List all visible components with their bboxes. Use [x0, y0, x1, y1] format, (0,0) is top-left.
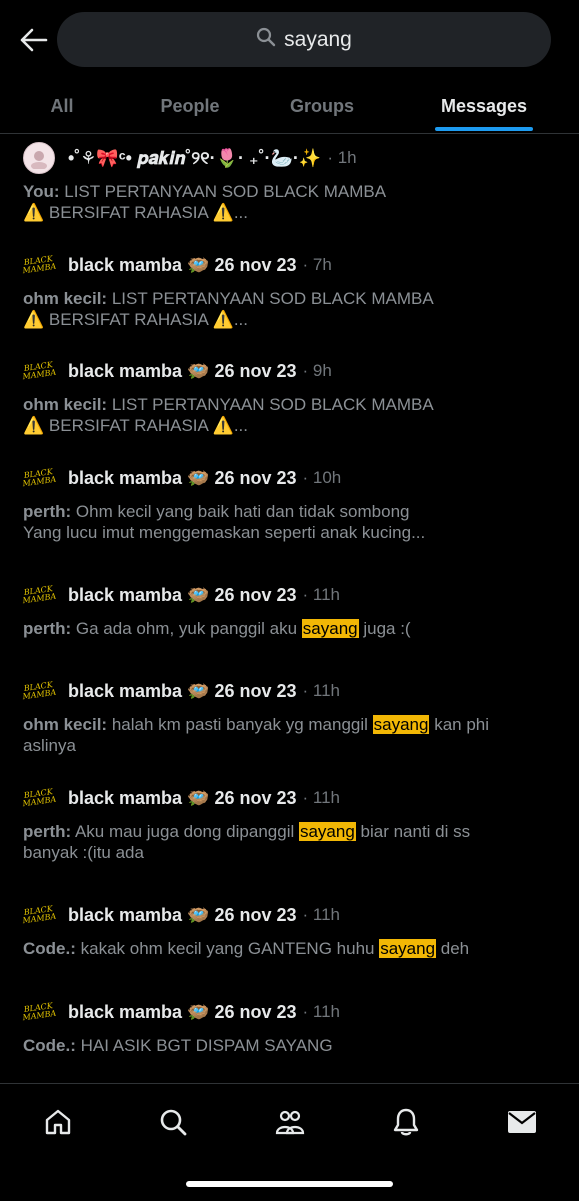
message-result[interactable]: BLACK MAMBA black mamba 🪺 26 nov 23 · 7h…: [22, 249, 559, 330]
timestamp: · 11h: [302, 788, 341, 807]
sender-name: Code.:: [23, 939, 76, 958]
message-preview: perth: Ohm kecil yang baik hati dan tida…: [23, 502, 426, 542]
message-preview: ohm kecil: LIST PERTANYAAN SOD BLACK MAM…: [23, 289, 434, 329]
search-highlight: sayang: [301, 619, 359, 638]
group-avatar: BLACK MAMBA: [22, 996, 57, 1028]
search-query: sayang: [284, 27, 352, 51]
timestamp: · 7h: [302, 255, 332, 274]
message-preview: ohm kecil: LIST PERTANYAAN SOD BLACK MAM…: [23, 395, 434, 435]
tab-people[interactable]: People: [150, 80, 230, 133]
message-result[interactable]: BLACK MAMBA black mamba 🪺 26 nov 23 · 11…: [22, 996, 559, 1056]
timestamp: · 1h: [327, 148, 357, 167]
conversation-name: •˚⚘🎀ᶜ• 𝒑𝒂𝒌𝒊𝒏˚୨୧·🌷· ₊˚·🦢·✨: [68, 147, 322, 168]
timestamp: · 11h: [302, 681, 341, 700]
message-result[interactable]: BLACK MAMBA black mamba 🪺 26 nov 23 · 9h…: [22, 355, 559, 436]
tab-messages[interactable]: Messages: [435, 80, 533, 133]
active-tab-indicator: [435, 127, 533, 131]
search-tabs: All People Groups Messages: [0, 80, 579, 134]
message-preview: perth: Ga ada ohm, yuk panggil aku sayan…: [23, 619, 411, 638]
group-avatar: BLACK MAMBA: [22, 355, 57, 387]
search-input[interactable]: sayang: [57, 12, 551, 67]
search-highlight: sayang: [372, 715, 430, 734]
timestamp: · 11h: [302, 905, 341, 924]
timestamp: · 9h: [302, 361, 332, 380]
timestamp: · 10h: [302, 468, 342, 487]
conversation-name: black mamba 🪺 26 nov 23: [68, 254, 297, 275]
group-avatar: BLACK MAMBA: [22, 579, 57, 611]
message-preview: You: LIST PERTANYAAN SOD BLACK MAMBA ⚠️ …: [23, 182, 387, 222]
search-highlight: sayang: [298, 822, 356, 841]
notifications-icon[interactable]: [386, 1102, 426, 1142]
conversation-name: black mamba 🪺 26 nov 23: [68, 584, 297, 605]
home-indicator[interactable]: [186, 1181, 393, 1187]
group-avatar: BLACK MAMBA: [22, 899, 57, 931]
message-result[interactable]: BLACK MAMBA black mamba 🪺 26 nov 23 · 11…: [22, 579, 559, 639]
message-result[interactable]: BLACK MAMBA black mamba 🪺 26 nov 23 · 11…: [22, 899, 559, 959]
communities-icon[interactable]: [270, 1102, 310, 1142]
search-icon[interactable]: [153, 1102, 193, 1142]
sender-name: perth:: [23, 502, 72, 521]
sender-name: ohm kecil:: [23, 289, 108, 308]
message-preview: ohm kecil: halah km pasti banyak yg mang…: [23, 715, 490, 755]
message-result[interactable]: BLACK MAMBA black mamba 🪺 26 nov 23 · 10…: [22, 462, 559, 543]
timestamp: · 11h: [302, 1002, 341, 1021]
conversation-name: black mamba 🪺 26 nov 23: [68, 680, 297, 701]
sender-name: Code.:: [23, 1036, 76, 1055]
conversation-name: black mamba 🪺 26 nov 23: [68, 360, 297, 381]
sender-name: You:: [23, 182, 60, 201]
message-preview: Code.: HAI ASIK BGT DISPAM SAYANG: [23, 1036, 333, 1055]
sender-name: ohm kecil:: [23, 395, 108, 414]
sender-name: perth:: [23, 822, 72, 841]
timestamp: · 11h: [302, 585, 341, 604]
message-result[interactable]: BLACK MAMBA black mamba 🪺 26 nov 23 · 11…: [22, 782, 559, 863]
group-avatar: BLACK MAMBA: [22, 462, 57, 494]
message-preview: perth: Aku mau juga dong dipanggil sayan…: [23, 822, 471, 862]
home-icon[interactable]: [38, 1102, 78, 1142]
sender-name: ohm kecil:: [23, 715, 108, 734]
tab-all[interactable]: All: [30, 80, 94, 133]
message-result[interactable]: •˚⚘🎀ᶜ• 𝒑𝒂𝒌𝒊𝒏˚୨୧·🌷· ₊˚·🦢·✨ · 1h You: LIST…: [23, 142, 559, 223]
messages-icon[interactable]: [502, 1102, 542, 1142]
group-avatar: BLACK MAMBA: [22, 675, 57, 707]
conversation-name: black mamba 🪺 26 nov 23: [68, 467, 297, 488]
top-bar: sayang: [0, 0, 579, 80]
message-result[interactable]: BLACK MAMBA black mamba 🪺 26 nov 23 · 11…: [22, 675, 559, 756]
group-avatar: BLACK MAMBA: [22, 782, 57, 814]
group-avatar: BLACK MAMBA: [22, 249, 57, 281]
message-preview: Code.: kakak ohm kecil yang GANTENG huhu…: [23, 939, 470, 958]
search-icon: [256, 27, 276, 52]
conversation-name: black mamba 🪺 26 nov 23: [68, 1001, 297, 1022]
tab-groups[interactable]: Groups: [280, 80, 364, 133]
back-arrow-icon[interactable]: [14, 22, 54, 58]
avatar: [23, 142, 55, 174]
conversation-name: black mamba 🪺 26 nov 23: [68, 904, 297, 925]
search-highlight: sayang: [379, 939, 437, 958]
conversation-name: black mamba 🪺 26 nov 23: [68, 787, 297, 808]
sender-name: perth:: [23, 619, 72, 638]
